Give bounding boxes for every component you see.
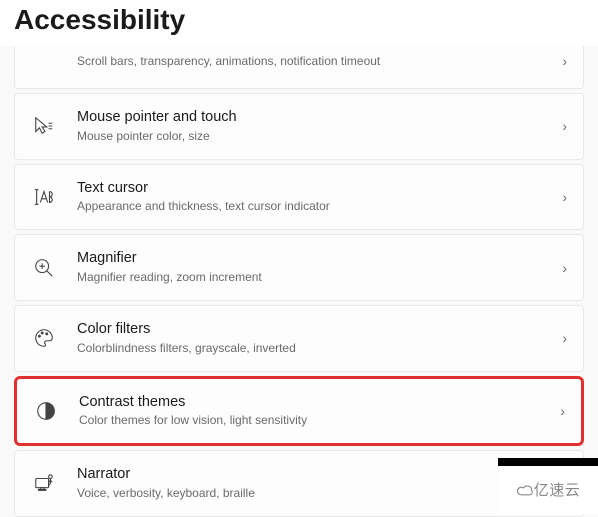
item-visual-effects[interactable]: Scroll bars, transparency, animations, n…: [14, 46, 584, 89]
item-magnifier[interactable]: Magnifier Magnifier reading, zoom increm…: [14, 234, 584, 301]
item-subtitle: Appearance and thickness, text cursor in…: [77, 198, 562, 215]
item-subtitle: Color themes for low vision, light sensi…: [79, 412, 560, 429]
magnifier-icon: [31, 255, 57, 281]
text-block: Magnifier Magnifier reading, zoom increm…: [77, 249, 562, 286]
item-subtitle: Colorblindness filters, grayscale, inver…: [77, 340, 562, 357]
chevron-right-icon: ›: [562, 53, 567, 69]
item-title: Magnifier: [77, 249, 562, 268]
item-contrast-themes[interactable]: Contrast themes Color themes for low vis…: [14, 376, 584, 447]
item-mouse-pointer[interactable]: Mouse pointer and touch Mouse pointer co…: [14, 93, 584, 160]
item-title: Narrator: [77, 465, 562, 484]
text-block: Scroll bars, transparency, animations, n…: [77, 52, 562, 70]
item-subtitle: Scroll bars, transparency, animations, n…: [77, 53, 562, 70]
item-subtitle: Magnifier reading, zoom increment: [77, 269, 562, 286]
chevron-right-icon: ›: [562, 260, 567, 276]
page-title: Accessibility: [14, 4, 584, 36]
text-block: Mouse pointer and touch Mouse pointer co…: [77, 108, 562, 145]
item-color-filters[interactable]: Color filters Colorblindness filters, gr…: [14, 305, 584, 372]
sparkle-icon: [31, 48, 57, 74]
page-header: Accessibility: [0, 0, 598, 46]
text-block: Narrator Voice, verbosity, keyboard, bra…: [77, 465, 562, 502]
text-block: Contrast themes Color themes for low vis…: [79, 393, 560, 430]
text-cursor-icon: [31, 184, 57, 210]
item-title: Mouse pointer and touch: [77, 108, 562, 127]
settings-list: Scroll bars, transparency, animations, n…: [0, 46, 598, 517]
item-title: Color filters: [77, 320, 562, 339]
watermark-bar: [498, 458, 598, 466]
item-title: Contrast themes: [79, 393, 560, 412]
item-text-cursor[interactable]: Text cursor Appearance and thickness, te…: [14, 164, 584, 231]
contrast-icon: [33, 398, 59, 424]
chevron-right-icon: ›: [562, 118, 567, 134]
chevron-right-icon: ›: [562, 330, 567, 346]
palette-icon: [31, 325, 57, 351]
watermark-text: 亿速云: [516, 479, 581, 500]
text-block: Color filters Colorblindness filters, gr…: [77, 320, 562, 357]
narrator-icon: [31, 471, 57, 497]
item-subtitle: Voice, verbosity, keyboard, braille: [77, 485, 562, 502]
item-title: Text cursor: [77, 179, 562, 198]
item-subtitle: Mouse pointer color, size: [77, 128, 562, 145]
chevron-right-icon: ›: [562, 189, 567, 205]
text-block: Text cursor Appearance and thickness, te…: [77, 179, 562, 216]
chevron-right-icon: ›: [560, 403, 565, 419]
watermark: 亿速云: [498, 458, 598, 514]
mouse-pointer-icon: [31, 113, 57, 139]
